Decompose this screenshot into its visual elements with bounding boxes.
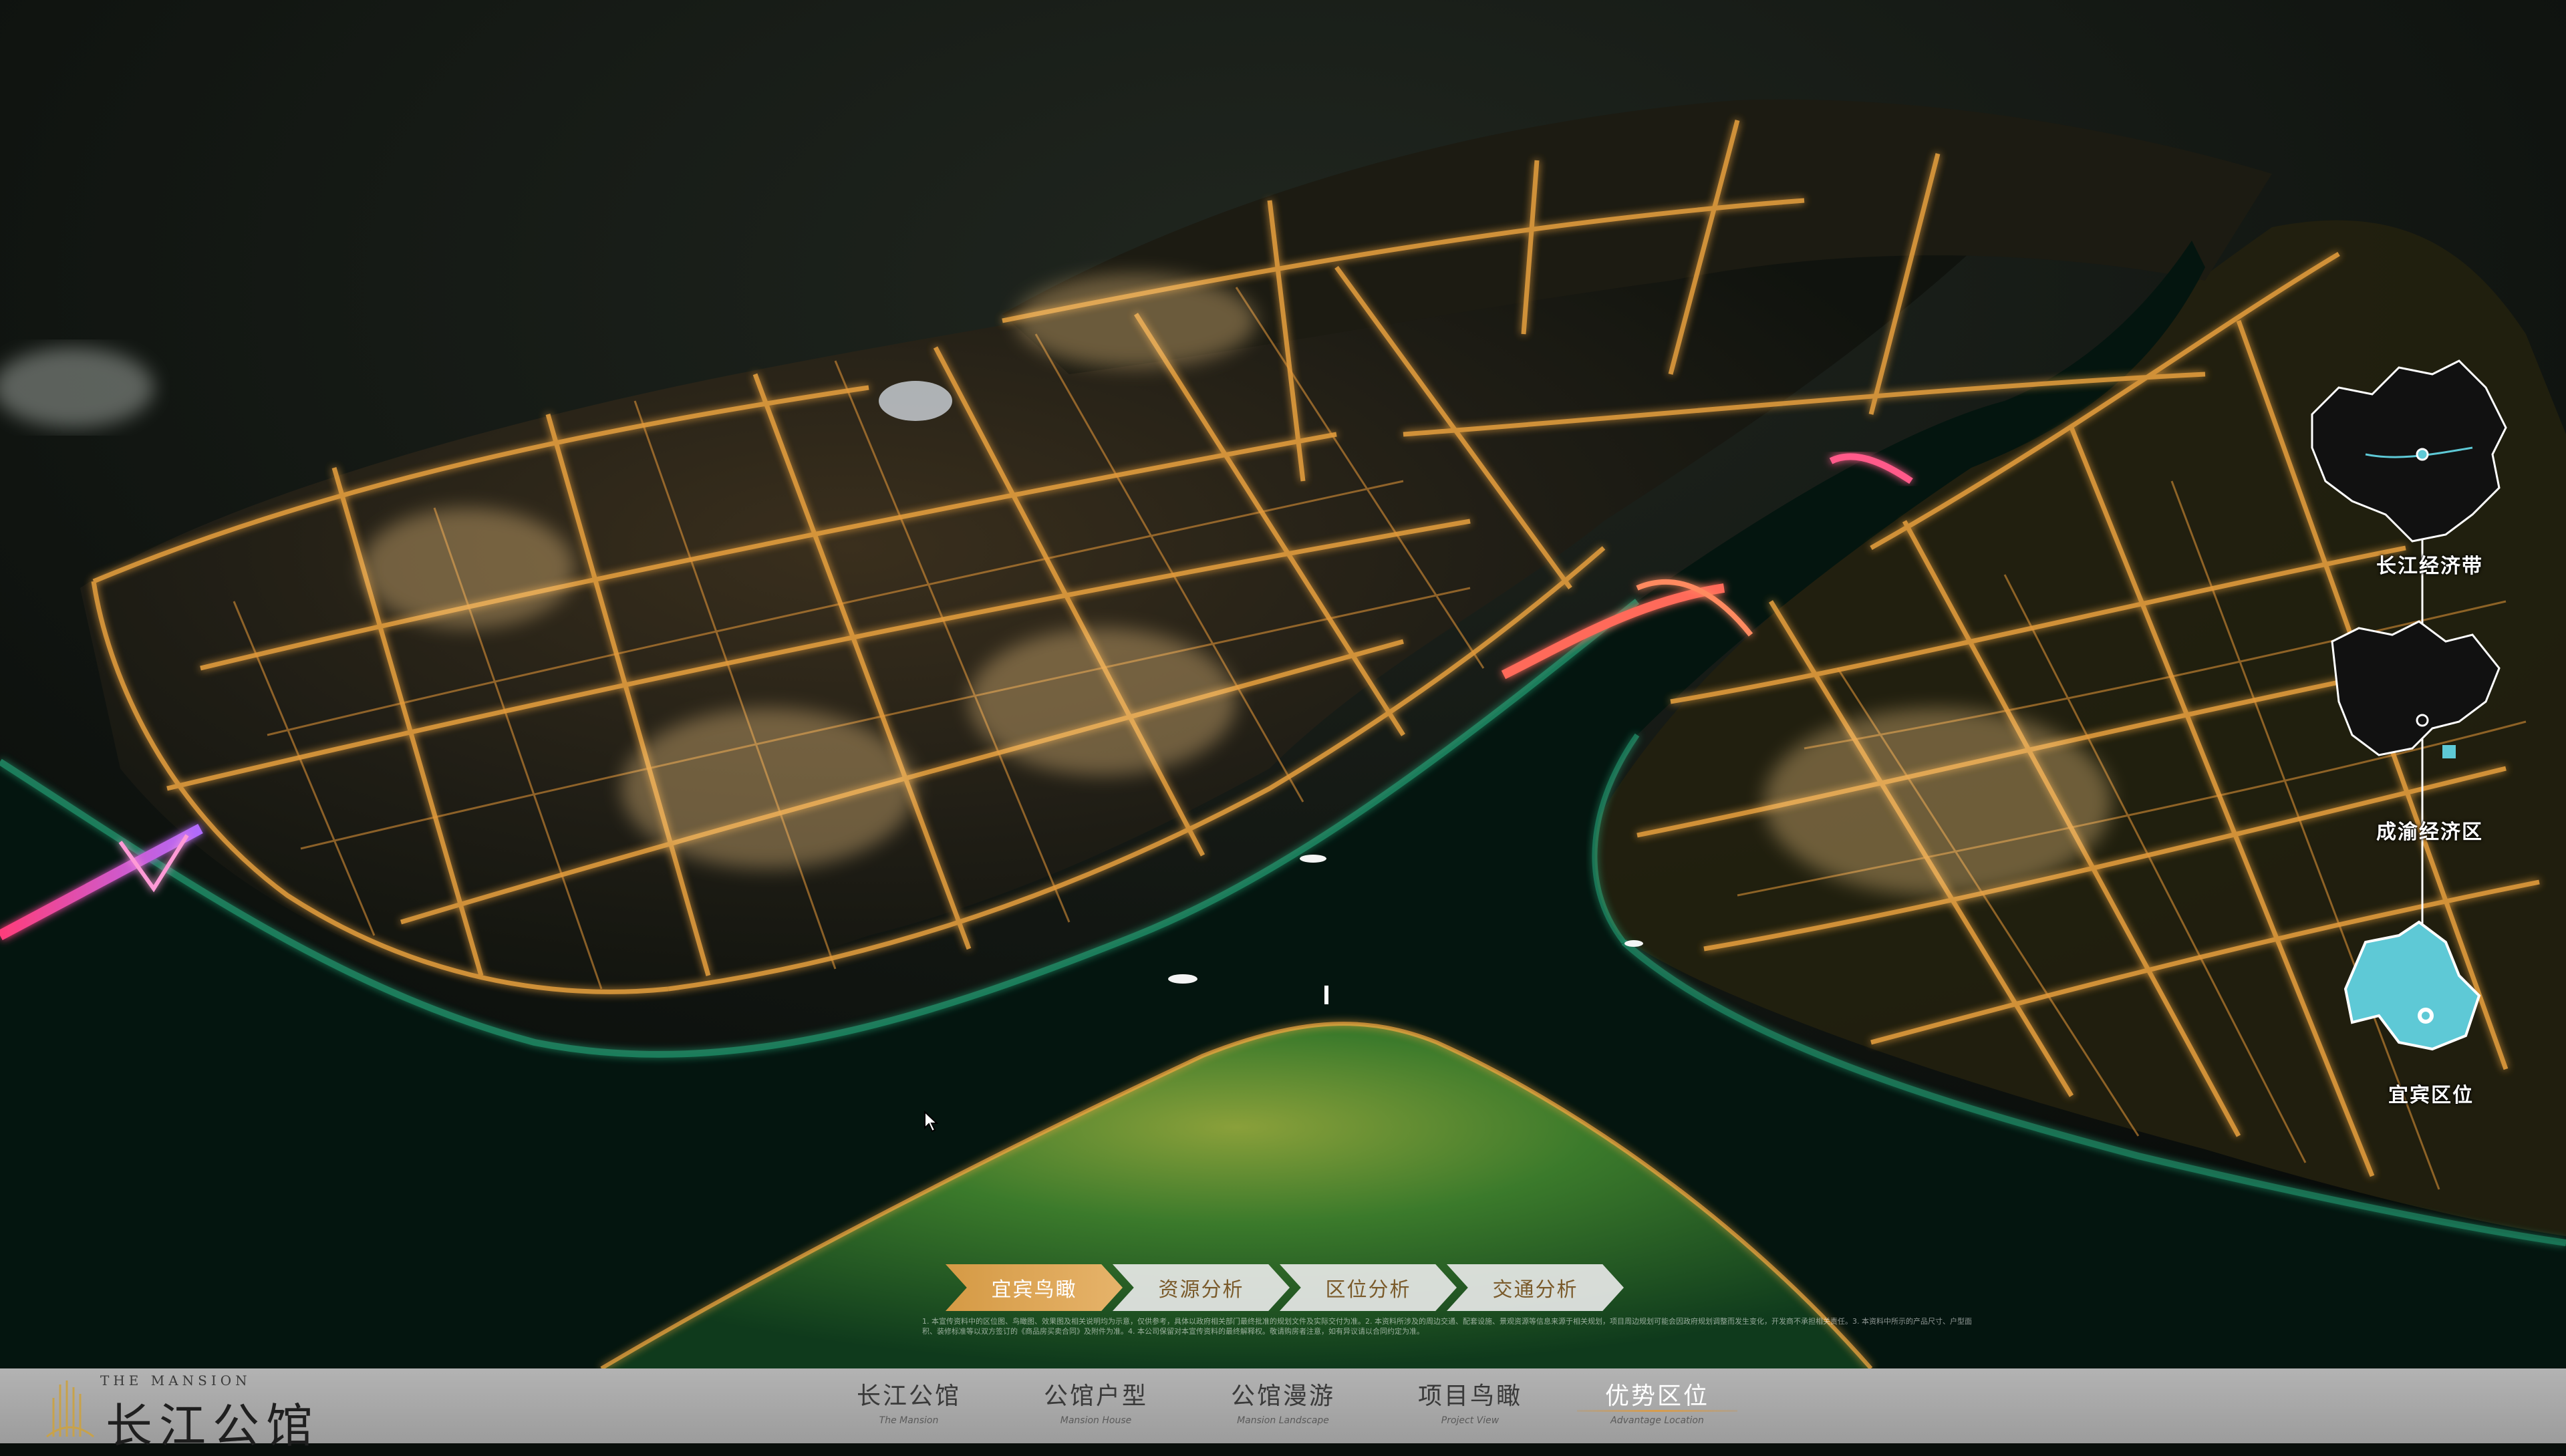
aerial-city-view	[0, 0, 2566, 1443]
nav-label-cn: 优势区位	[1604, 1382, 1709, 1410]
tab-yibin-aerial[interactable]: 宜宾鸟瞰	[946, 1264, 1123, 1311]
nav-item-house[interactable]: 公馆户型 Mansion House	[1002, 1368, 1189, 1443]
brand-logo-icon	[46, 1380, 94, 1438]
nav-item-project-view[interactable]: 项目鸟瞰 Project View	[1377, 1368, 1564, 1443]
china-map-shape	[2311, 359, 2507, 543]
cursor-arrow-icon	[924, 1111, 939, 1133]
label-yibin-location: 宜宾区位	[2388, 1084, 2474, 1107]
brand-logo[interactable]: THE MANSION 长江公馆	[27, 1368, 321, 1453]
tab-label: 区位分析	[1325, 1278, 1411, 1302]
location-map-panel: 长江经济带 成渝经济区 宜宾区位	[2299, 354, 2519, 1143]
nav-label-en: Project View	[1441, 1415, 1500, 1426]
tab-label: 交通分析	[1492, 1278, 1578, 1302]
yibin-map-shape	[2343, 920, 2481, 1051]
nav-label-en: Mansion House	[1060, 1415, 1132, 1426]
nav-label-cn: 公馆漫游	[1230, 1382, 1335, 1410]
tab-label: 资源分析	[1158, 1278, 1244, 1302]
brand-chinese-name: 长江公馆	[106, 1399, 319, 1453]
label-chengyu-economic-zone: 成渝经济区	[2376, 821, 2483, 844]
label-yangtze-economic-belt: 长江经济带	[2376, 555, 2483, 578]
brand-english-name: THE MANSION	[100, 1372, 251, 1389]
footer-bar: THE MANSION 长江公馆 长江公馆 The Mansion 公馆户型 M…	[0, 1368, 2566, 1453]
disclaimer-text: 1. 本宣传资料中的区位图、鸟瞰图、效果图及相关说明均为示意，仅供参考，具体以政…	[922, 1317, 1972, 1336]
tab-label: 宜宾鸟瞰	[991, 1278, 1077, 1302]
nav-label-en: Advantage Location	[1610, 1415, 1704, 1426]
sub-tab-bar: 宜宾鸟瞰 资源分析 区位分析 交通分析	[946, 1264, 1627, 1311]
nav-label-en: The Mansion	[879, 1415, 939, 1426]
tab-location-analysis[interactable]: 区位分析	[1280, 1264, 1457, 1311]
nav-label-cn: 长江公馆	[856, 1382, 961, 1410]
nav-label-en: Mansion Landscape	[1237, 1415, 1329, 1426]
nav-item-mansion[interactable]: 长江公馆 The Mansion	[815, 1368, 1002, 1443]
location-maps-graphic	[2311, 359, 2507, 1051]
main-nav: 长江公馆 The Mansion 公馆户型 Mansion House 公馆漫游…	[815, 1368, 1764, 1443]
nav-label-cn: 公馆户型	[1043, 1382, 1148, 1410]
tab-resource-analysis[interactable]: 资源分析	[1113, 1264, 1290, 1311]
active-indicator	[1577, 1410, 1737, 1412]
chengyu-map-shape	[2331, 620, 2501, 756]
nav-label-cn: 项目鸟瞰	[1417, 1382, 1522, 1410]
nav-item-advantage-location[interactable]: 优势区位 Advantage Location	[1564, 1368, 1751, 1443]
nav-item-landscape[interactable]: 公馆漫游 Mansion Landscape	[1189, 1368, 1377, 1443]
tab-traffic-analysis[interactable]: 交通分析	[1447, 1264, 1624, 1311]
